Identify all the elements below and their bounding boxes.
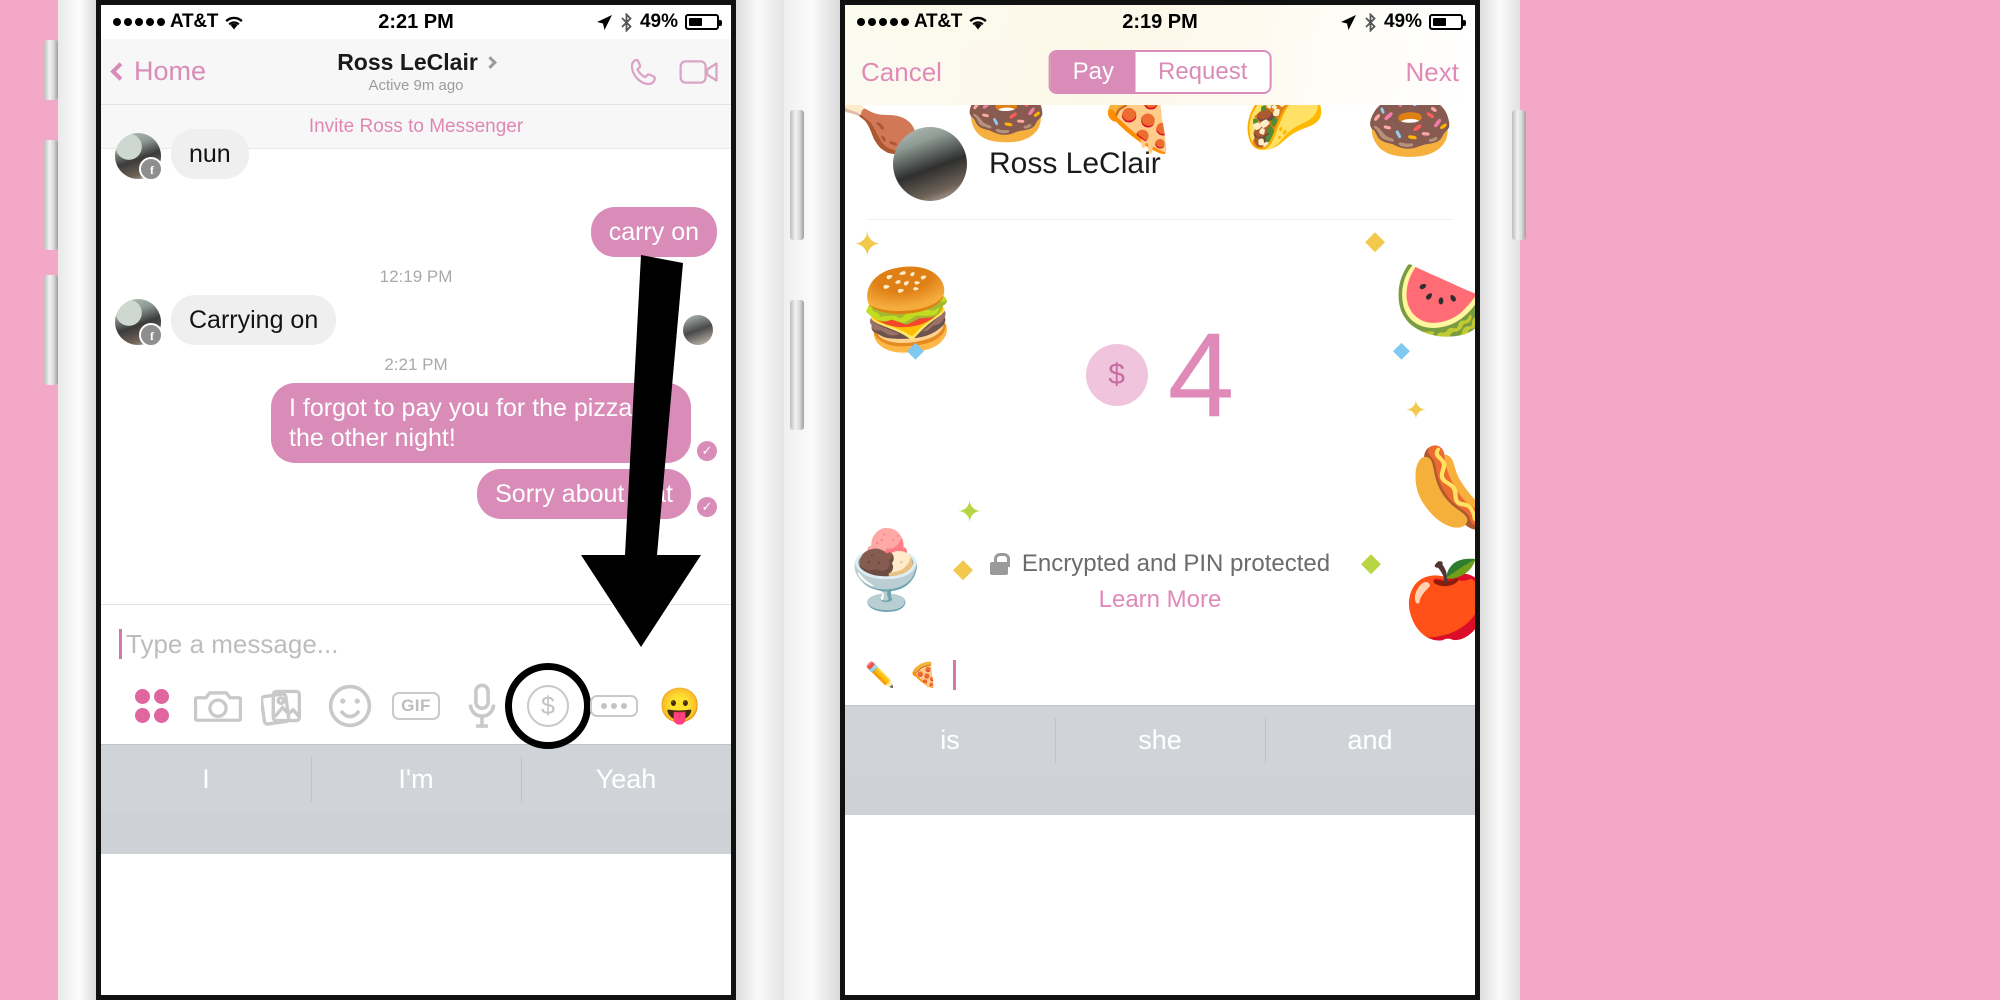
tab-pay[interactable]: Pay — [1050, 52, 1136, 92]
annotation-highlight-circle — [505, 663, 591, 749]
annotation-arrow-icon — [581, 255, 701, 647]
suggestion-chip[interactable]: is — [845, 706, 1055, 775]
sticker-smiley-icon[interactable] — [317, 675, 383, 737]
pizza-emoji[interactable]: 🍕 — [909, 661, 939, 690]
left-phone-screen: AT&T 2:21 PM 49% Home Ross LeClair Activ… — [96, 0, 736, 1000]
volume-rail — [44, 275, 58, 385]
hotdog-emoji: 🌭 — [1393, 434, 1475, 547]
cancel-button[interactable]: Cancel — [861, 57, 942, 88]
keyboard-suggestion-bar-left: I I'm Yeah — [101, 744, 731, 814]
right-phone: AT&T 2:19 PM 49% Cancel Pay Request Next… — [840, 0, 1480, 1000]
message-input-placeholder: Type a message... — [126, 628, 339, 659]
diamond-icon: ◆ — [1365, 225, 1385, 255]
conversation-title-row[interactable]: Ross LeClair — [337, 49, 497, 76]
text-caret — [119, 629, 122, 659]
gif-icon[interactable]: GIF — [383, 675, 449, 737]
more-apps-grid-icon[interactable] — [119, 675, 185, 737]
location-arrow-icon — [596, 14, 612, 30]
bluetooth-icon — [1365, 12, 1376, 32]
volume-rail — [44, 40, 58, 100]
battery-percent: 49% — [639, 11, 678, 32]
battery-icon — [1429, 14, 1466, 30]
emoji-glyph: 😛 — [658, 687, 702, 725]
status-right-group: 49% — [1340, 11, 1466, 33]
right-phone-screen: AT&T 2:19 PM 49% Cancel Pay Request Next… — [840, 0, 1480, 1000]
suggestion-chip[interactable]: Yeah — [521, 745, 731, 814]
message-row-outgoing: carry on — [115, 207, 717, 257]
status-right-group: 49% — [596, 11, 722, 33]
recipient-name: Ross LeClair — [989, 147, 1161, 180]
bluetooth-icon — [621, 12, 632, 32]
chevron-right-icon — [483, 56, 497, 69]
currency-badge-icon: $ — [1085, 344, 1148, 406]
nav-actions — [627, 55, 719, 89]
text-caret — [952, 660, 956, 690]
payment-note-composer[interactable]: ✏️ 🍕 — [845, 645, 1475, 705]
payment-body: 🍗 🍩 🍕 🌮 🍩 ✦ 🍔 🍉 ◆ ◆ ◆ ✦ 🌭 ✦ 🍨 ◆ ◆ 🍎 Ross… — [845, 105, 1475, 705]
next-button[interactable]: Next — [1406, 57, 1459, 88]
sparkle-icon: ✦ — [853, 226, 882, 264]
back-to-home-button[interactable]: Home — [110, 56, 207, 87]
facebook-badge-icon: f — [150, 163, 154, 177]
device-gap-mid — [736, 0, 784, 1000]
lock-icon — [989, 553, 1010, 575]
power-rail — [790, 110, 804, 240]
avatar — [893, 127, 967, 201]
avatar: f — [115, 133, 163, 181]
photos-icon[interactable] — [251, 675, 317, 737]
phone-icon[interactable] — [627, 55, 661, 89]
tab-request[interactable]: Request — [1135, 52, 1270, 92]
message-row-incoming: f nun — [115, 129, 717, 181]
suggestion-chip[interactable]: I — [101, 745, 311, 814]
suggestion-chip[interactable]: and — [1265, 706, 1475, 775]
battery-icon — [685, 14, 722, 30]
left-phone: AT&T 2:21 PM 49% Home Ross LeClair Activ… — [96, 0, 736, 1000]
learn-more-link[interactable]: Learn More — [1099, 586, 1222, 614]
status-bar-right: AT&T 2:19 PM 49% — [845, 5, 1475, 39]
back-label: Home — [134, 56, 207, 86]
keyboard-suggestion-bar-right: is she and — [845, 705, 1475, 775]
message-bubble[interactable]: carry on — [590, 207, 717, 257]
amount-value: 4 — [1167, 308, 1235, 442]
conversation-title: Ross LeClair — [337, 49, 478, 75]
avatar: f — [115, 299, 163, 347]
pencil-icon[interactable]: ✏️ — [865, 661, 895, 690]
video-camera-icon[interactable] — [679, 57, 719, 87]
facebook-badge-icon: f — [150, 329, 154, 343]
power-rail — [790, 300, 804, 430]
security-notice: Encrypted and PIN protected Learn More — [845, 550, 1475, 614]
camera-icon[interactable] — [185, 675, 251, 737]
payment-dollar-icon[interactable]: $ — [505, 663, 591, 749]
emoji-icon[interactable]: 😛 — [647, 675, 713, 737]
device-gap-left — [58, 0, 96, 1000]
message-bubble[interactable]: nun — [171, 129, 249, 179]
message-bubble[interactable]: Carrying on — [171, 295, 337, 345]
power-rail — [1512, 110, 1526, 240]
chevron-left-icon — [110, 62, 129, 81]
payment-recipient-row[interactable]: Ross LeClair — [867, 105, 1453, 220]
location-arrow-icon — [1340, 14, 1356, 30]
status-bar-left: AT&T 2:21 PM 49% — [101, 5, 731, 39]
gif-label: GIF — [392, 692, 440, 720]
keyboard-area[interactable] — [101, 814, 731, 854]
suggestion-chip[interactable]: she — [1055, 706, 1265, 775]
suggestion-chip[interactable]: I'm — [311, 745, 521, 814]
security-text: Encrypted and PIN protected — [1021, 550, 1331, 577]
pay-request-segmented-control[interactable]: Pay Request — [1048, 50, 1272, 94]
payment-nav-bar: Cancel Pay Request Next — [845, 39, 1475, 105]
keyboard-area[interactable] — [845, 775, 1475, 815]
composer-toolbar: GIF $ 😛 — [119, 663, 713, 749]
sparkle-icon: ✦ — [957, 496, 983, 529]
more-options-icon[interactable] — [581, 675, 647, 737]
payment-amount[interactable]: $ 4 — [845, 315, 1475, 435]
volume-rail — [44, 140, 58, 250]
battery-percent: 49% — [1383, 11, 1422, 32]
messenger-nav-bar: Home Ross LeClair Active 9m ago — [101, 39, 731, 105]
